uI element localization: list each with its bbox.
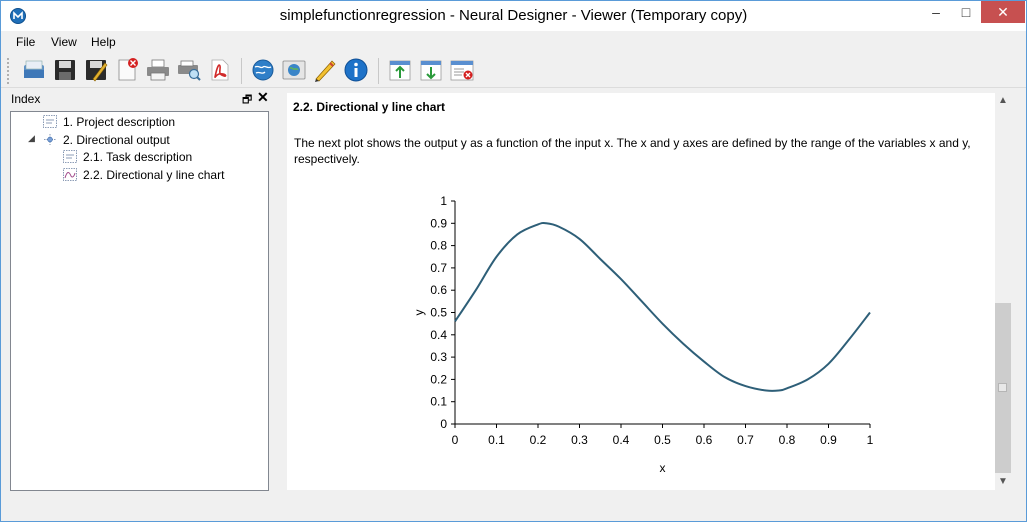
web-icon[interactable]: [250, 57, 276, 83]
data-line: [454, 221, 871, 392]
y-tick-label: 0.2: [430, 372, 447, 386]
tree-item-label: 2.2. Directional y line chart: [83, 168, 225, 182]
y-tick-label: 0.1: [430, 395, 447, 409]
close-window-button[interactable]: ✕: [981, 1, 1025, 23]
line-chart: 0 0.1 0.2 0.3 0.4 0.5 0.6 0.7 0.8 0.9 1 0 0.1 0.2 0.3 0…: [412, 194, 874, 475]
app-window: simplefunctionregression - Neural Design…: [0, 0, 1027, 522]
x-tick-label: 0: [452, 433, 459, 447]
y-tick-label: 0.8: [430, 239, 447, 253]
export-pdf-icon[interactable]: [207, 57, 233, 83]
info-icon[interactable]: [343, 57, 369, 83]
open-icon[interactable]: [21, 57, 47, 83]
expander-icon[interactable]: ◢: [28, 133, 35, 144]
index-tree: 1. Project description ◢ 2. Directional …: [10, 111, 269, 491]
menu-help[interactable]: Help: [91, 35, 116, 49]
globe-icon[interactable]: [281, 57, 307, 83]
index-header: Index 🗗 ✕: [7, 89, 271, 109]
move-down-icon[interactable]: [418, 57, 444, 83]
index-panel: Index 🗗 ✕ 1. Project description ◢ 2. Di…: [7, 89, 271, 493]
y-tick-label: 0.4: [430, 328, 447, 342]
x-tick-label: 0.7: [737, 433, 754, 447]
vertical-scrollbar[interactable]: ▲ ▼: [995, 93, 1011, 490]
x-axis-label: x: [660, 461, 666, 475]
scroll-thumb-grip: [998, 383, 1007, 392]
move-up-icon[interactable]: [387, 57, 413, 83]
document-icon: [63, 150, 77, 163]
remove-task-icon[interactable]: [449, 57, 475, 83]
x-tick-label: 0.1: [488, 433, 505, 447]
tree-item-label: 2. Directional output: [63, 133, 170, 147]
maximize-button[interactable]: □: [951, 1, 981, 23]
toolbar-separator: [241, 58, 242, 84]
window-title: simplefunctionregression - Neural Design…: [279, 7, 748, 24]
x-tick-label: 0.2: [530, 433, 547, 447]
x-tick-label: 0.6: [696, 433, 713, 447]
print-preview-icon[interactable]: [176, 57, 202, 83]
save-as-icon[interactable]: [83, 57, 109, 83]
index-title: Index: [11, 92, 41, 106]
minimize-button[interactable]: –: [921, 1, 951, 23]
x-tick-label: 0.8: [779, 433, 796, 447]
edit-icon[interactable]: [312, 57, 338, 83]
float-panel-icon[interactable]: 🗗: [242, 91, 254, 106]
x-tick-label: 0.4: [613, 433, 630, 447]
y-tick-label: 0.6: [430, 283, 447, 297]
x-tick-label: 0.5: [654, 433, 671, 447]
toolbar: [1, 54, 1026, 88]
scroll-up-arrow-icon[interactable]: ▲: [995, 93, 1011, 109]
close-file-icon[interactable]: [114, 57, 140, 83]
scroll-down-arrow-icon[interactable]: ▼: [995, 474, 1011, 490]
tree-item-label: 2.1. Task description: [83, 150, 193, 164]
x-tick-label: 0.9: [820, 433, 837, 447]
toolbar-grip[interactable]: [7, 58, 11, 84]
save-icon[interactable]: [52, 57, 78, 83]
x-tick-label: 0.3: [571, 433, 588, 447]
directional-output-icon: [44, 134, 56, 145]
menu-view[interactable]: View: [51, 35, 77, 49]
tree-item-label: 1. Project description: [63, 115, 176, 129]
y-tick-label: 1: [440, 194, 447, 208]
line-chart-icon: [63, 168, 77, 181]
menu-file[interactable]: File: [16, 35, 35, 49]
print-icon[interactable]: [145, 57, 171, 83]
toolbar-separator: [378, 58, 379, 84]
scroll-thumb[interactable]: [995, 303, 1011, 473]
y-tick-label: 0.3: [430, 350, 447, 364]
title-bar: simplefunctionregression - Neural Design…: [1, 1, 1026, 31]
x-tick-label: 1: [867, 433, 874, 447]
y-tick-label: 0.9: [430, 216, 447, 230]
menu-bar: File View Help: [1, 31, 1026, 53]
y-tick-label: 0.5: [430, 306, 447, 320]
y-tick-label: 0.7: [430, 261, 447, 275]
document-icon: [43, 115, 57, 128]
close-panel-icon[interactable]: ✕: [257, 89, 269, 106]
y-tick-label: 0: [440, 417, 447, 431]
y-axis-label: y: [412, 310, 426, 316]
report-content: 2.2. Directional y line chart The next p…: [287, 93, 995, 490]
